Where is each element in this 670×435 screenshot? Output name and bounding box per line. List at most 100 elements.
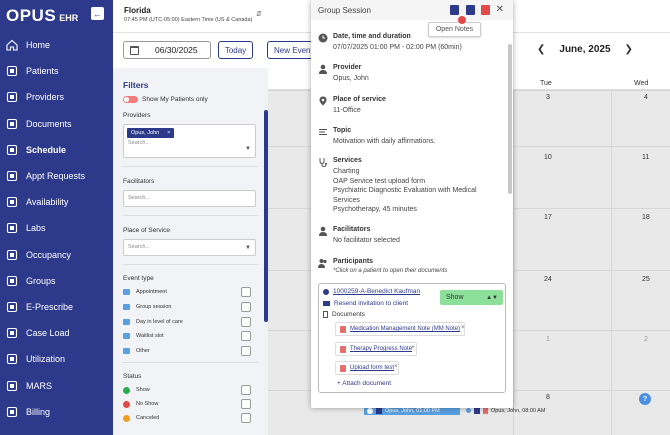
event-type-checkbox[interactable] [241, 316, 251, 327]
stethoscope-icon [318, 157, 328, 168]
new-event-button[interactable]: New Event [267, 41, 317, 59]
providers-select[interactable]: Opus, John × Search... ▼ [123, 124, 256, 158]
event-type-row: Appointment [123, 285, 259, 300]
calendar-day-number[interactable]: 17 [544, 214, 552, 221]
place-search-input[interactable]: Search... [124, 240, 255, 254]
nav-item-label: Case Load [26, 328, 70, 339]
pdf-icon [340, 325, 346, 333]
event-type-label: Other [136, 348, 150, 355]
help-button[interactable]: ? [639, 393, 651, 405]
nav-item-utilization[interactable]: Utilization [0, 346, 113, 372]
person-icon [323, 288, 329, 295]
event-type-icon [123, 289, 130, 296]
chart-icon [5, 353, 19, 365]
calendar-day-number[interactable]: 4 [644, 94, 648, 101]
pdf-icon [340, 364, 346, 372]
calendar-col-divider [611, 90, 612, 435]
nav-item-label: Schedule [26, 144, 67, 155]
topic-label: Topic [333, 127, 352, 134]
calendar-day-number[interactable]: 25 [642, 276, 650, 283]
providers-label: Providers [123, 112, 151, 119]
calendar-day-number[interactable]: 24 [544, 276, 552, 283]
rx-icon [5, 301, 19, 313]
nav-item-documents[interactable]: Documents [0, 111, 113, 137]
nav-item-labs[interactable]: Labs [0, 215, 113, 241]
event-type-icon [376, 407, 382, 414]
event-status-dot [466, 408, 471, 413]
nav-item-label: E-Prescribe [26, 301, 74, 312]
my-patients-toggle[interactable] [123, 96, 138, 103]
users-icon [5, 65, 19, 77]
calendar-day-number[interactable]: 18 [642, 214, 650, 221]
status-checkbox[interactable] [241, 413, 251, 424]
calendar-day-number[interactable]: 2 [644, 336, 648, 343]
open-notes-icon[interactable] [450, 5, 459, 15]
nav-item-providers[interactable]: Providers [0, 84, 113, 110]
document-link-therapy-note[interactable]: Therapy Progress Note [335, 342, 418, 356]
event-type-icon [474, 407, 480, 414]
month-navigator: ❮ June, 2025 ❯ [537, 44, 633, 55]
nav-item-appt-requests[interactable]: Appt Requests [0, 163, 113, 189]
popup-scrollbar[interactable] [508, 44, 512, 194]
prev-month-icon[interactable]: ❮ [537, 44, 545, 55]
nav-item-e-prescribe[interactable]: E-Prescribe [0, 294, 113, 320]
next-month-icon[interactable]: ❯ [625, 44, 633, 55]
date-picker[interactable]: 06/30/2025 [123, 41, 211, 59]
today-button[interactable]: Today [218, 41, 253, 59]
edit-icon[interactable] [466, 5, 475, 15]
trash-icon[interactable] [481, 5, 490, 15]
remove-document-icon[interactable]: × [411, 345, 415, 351]
facilitators-select[interactable]: Search... [123, 190, 256, 207]
document-name: Therapy Progress Note [350, 346, 413, 352]
status-checkbox[interactable] [241, 399, 251, 410]
document-icon [5, 118, 19, 130]
calendar-day-number[interactable]: 3 [546, 94, 550, 101]
event-type-checkbox[interactable] [241, 287, 251, 298]
nav-item-schedule[interactable]: Schedule [0, 137, 113, 163]
location-dropdown-icon[interactable]: ⇵ [256, 10, 262, 18]
remove-chip-icon[interactable]: × [167, 130, 170, 136]
calendar-day-number[interactable]: 10 [544, 154, 552, 161]
collapse-sidebar-button[interactable]: ← [91, 7, 104, 20]
month-title: June, 2025 [559, 44, 611, 55]
event-type-checkbox[interactable] [241, 302, 251, 313]
remove-document-icon[interactable]: × [394, 364, 398, 370]
close-icon[interactable]: ✕ [496, 4, 504, 15]
calendar-day-number[interactable]: 1 [546, 336, 550, 343]
document-link-mm-note[interactable]: Medication Management Note (MM Note) [335, 322, 466, 336]
remove-document-icon[interactable]: × [461, 325, 465, 331]
event-type-checkbox[interactable] [241, 346, 251, 357]
location-selector[interactable]: Florida 07:45 PM (UTC-05:00) Eastern Tim… [124, 6, 252, 23]
nav-item-label: Labs [26, 223, 46, 234]
status-checkbox[interactable] [241, 385, 251, 396]
nav-item-patients[interactable]: Patients [0, 58, 113, 84]
place-label: Place of service [333, 96, 386, 103]
facilitators-search-input[interactable]: Search... [124, 191, 255, 205]
resend-invitation-link[interactable]: Resend invitation to client [323, 300, 408, 307]
service-item: OAP Service test upload form [333, 177, 426, 185]
participant-link[interactable]: 1000259-A-Benedict Kaufman [323, 288, 420, 295]
nav-item-availability[interactable]: Availability [0, 189, 113, 215]
bed-icon [5, 249, 19, 261]
document-link-upload-form[interactable]: Upload form test [335, 361, 400, 375]
nav-item-home[interactable]: Home [0, 32, 113, 58]
clock-icon [5, 196, 19, 208]
nav-item-occupancy[interactable]: Occupancy [0, 242, 113, 268]
calendar-day-number[interactable]: 11 [642, 154, 649, 161]
facilitators-label: Facilitators [123, 178, 155, 185]
documents-heading: Documents [323, 311, 365, 318]
calendar-day-number[interactable]: 8 [546, 394, 550, 401]
attach-document-link[interactable]: + Attach document [337, 380, 391, 387]
event-type-checkbox[interactable] [241, 331, 251, 342]
nav-item-mars[interactable]: MARS [0, 372, 113, 398]
participant-status-select[interactable]: Show ▲▼ [440, 290, 503, 305]
place-select[interactable]: Search... ▼ [123, 239, 256, 256]
provider-chip: Opus, John × [127, 128, 175, 138]
nav-item-label: Billing [26, 406, 51, 417]
nav-item-case-load[interactable]: Case Load [0, 320, 113, 346]
calendar-col-divider [513, 90, 514, 435]
providers-search-input[interactable]: Search... [124, 138, 255, 150]
nav-item-billing[interactable]: Billing [0, 399, 113, 425]
nav-item-groups[interactable]: Groups [0, 268, 113, 294]
status-list: Show No Show Canceled [123, 383, 259, 425]
